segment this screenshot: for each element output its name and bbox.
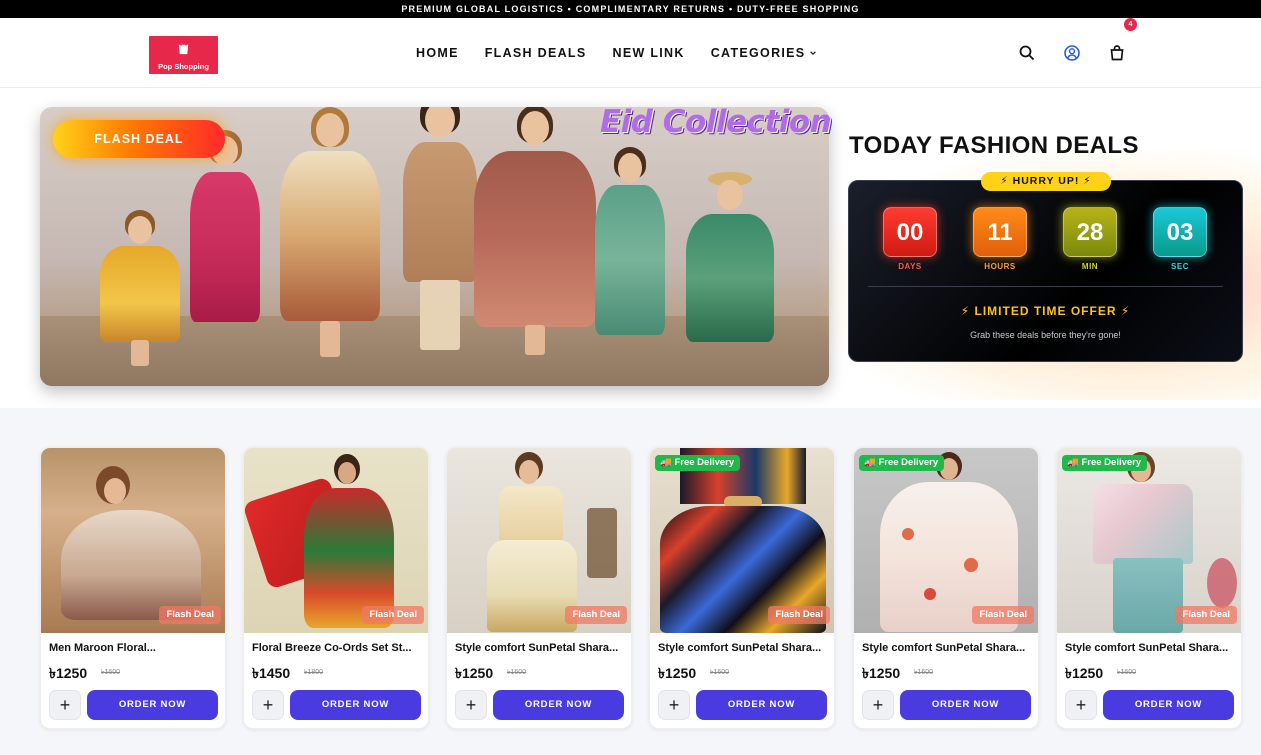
product-price: ৳1250 — [49, 665, 88, 681]
banner-kid — [585, 119, 675, 364]
user-icon[interactable] — [1063, 44, 1081, 62]
product-price: ৳1250 — [862, 665, 901, 681]
product-price: ৳1450 — [252, 665, 291, 681]
limited-offer-text: LIMITED TIME OFFER — [974, 304, 1117, 318]
product-old-price: ৳1600 — [914, 669, 934, 676]
banner-kid — [680, 134, 780, 364]
flash-deal-tag: Flash Deal — [159, 606, 221, 624]
product-price: ৳1250 — [455, 665, 494, 681]
banner-kid — [275, 107, 385, 364]
product-card[interactable]: 🚚 Free Delivery Flash Deal Style comfort… — [853, 447, 1039, 729]
timer-hours-label: HOURS — [984, 262, 1016, 271]
flash-deal-tag: Flash Deal — [565, 606, 627, 624]
flash-deal-tag: Flash Deal — [972, 606, 1034, 624]
product-card[interactable]: Flash Deal Style comfort SunPetal Shara.… — [446, 447, 632, 729]
timer-days-label: DAYS — [898, 262, 922, 271]
order-now-button[interactable]: ORDER NOW — [1103, 690, 1234, 720]
order-now-button[interactable]: ORDER NOW — [87, 690, 218, 720]
product-old-price: ৳1800 — [304, 669, 324, 676]
product-old-price: ৳1600 — [1117, 669, 1137, 676]
logo[interactable]: Pop Shopping — [149, 36, 218, 74]
flash-deal-tag: Flash Deal — [1175, 606, 1237, 624]
product-price: ৳1250 — [1065, 665, 1104, 681]
nav-home[interactable]: HOME — [416, 46, 459, 60]
nav-flash-deals[interactable]: FLASH DEALS — [485, 46, 587, 60]
main-nav: HOME FLASH DEALS NEW LINK CATEGORIES — [416, 18, 817, 88]
site-header: Pop Shopping HOME FLASH DEALS NEW LINK C… — [0, 18, 1261, 88]
product-title[interactable]: Style comfort SunPetal Shara... — [455, 642, 627, 654]
flash-deal-tag: Flash Deal — [768, 606, 830, 624]
product-card[interactable]: Flash Deal Men Maroon Floral... ৳1250 ৳1… — [40, 447, 226, 729]
add-to-cart-button[interactable]: + — [658, 690, 690, 720]
timer-min-value: 28 — [1063, 207, 1117, 257]
timer-divider — [868, 286, 1223, 287]
product-old-price: ৳1600 — [710, 669, 730, 676]
add-to-cart-button[interactable]: + — [862, 690, 894, 720]
product-old-price: ৳1600 — [101, 669, 121, 676]
search-icon[interactable] — [1018, 44, 1036, 62]
chevron-down-icon — [810, 51, 817, 56]
product-title[interactable]: Floral Breeze Co-Ords Set St... — [252, 642, 424, 654]
logo-text: Pop Shopping — [158, 62, 209, 71]
cart-icon[interactable] — [1108, 44, 1126, 62]
product-price: ৳1250 — [658, 665, 697, 681]
banner-kid — [95, 154, 185, 366]
nav-categories[interactable]: CATEGORIES — [711, 46, 818, 60]
order-now-button[interactable]: ORDER NOW — [493, 690, 624, 720]
product-title[interactable]: Style comfort SunPetal Shara... — [862, 642, 1034, 654]
nav-new-link[interactable]: NEW LINK — [613, 46, 685, 60]
nav-categories-label: CATEGORIES — [710, 46, 806, 60]
banner-title: Eid Collection — [600, 104, 832, 140]
timer-hours-value: 11 — [973, 207, 1027, 257]
product-title[interactable]: Style comfort SunPetal Shara... — [1065, 642, 1237, 654]
announcement-text: PREMIUM GLOBAL LOGISTICS • COMPLIMENTARY… — [401, 4, 860, 14]
timer-sec-label: SEC — [1171, 262, 1189, 271]
timer-days-value: 00 — [883, 207, 937, 257]
product-card[interactable]: 🚚 Free Delivery Flash Deal Style comfort… — [1056, 447, 1242, 729]
product-card[interactable]: 🚚 Free Delivery Flash Deal Style comfort… — [649, 447, 835, 729]
free-delivery-badge: 🚚 Free Delivery — [655, 455, 741, 471]
add-to-cart-button[interactable]: + — [252, 690, 284, 720]
product-old-price: ৳1600 — [507, 669, 527, 676]
add-to-cart-button[interactable]: + — [49, 690, 81, 720]
add-to-cart-button[interactable]: + — [1065, 690, 1097, 720]
product-card[interactable]: Flash Deal Floral Breeze Co-Ords Set St.… — [243, 447, 429, 729]
flash-deal-badge: FLASH DEAL — [53, 120, 225, 158]
cart-count-badge: 4 — [1124, 18, 1137, 31]
order-now-button[interactable]: ORDER NOW — [290, 690, 421, 720]
timer-min-label: MIN — [1081, 262, 1099, 271]
free-delivery-badge: 🚚 Free Delivery — [1062, 455, 1148, 471]
limited-offer: ⚡ LIMITED TIME OFFER ⚡ — [960, 304, 1131, 318]
product-title[interactable]: Men Maroon Floral... — [49, 642, 221, 654]
hurry-badge: ⚡ HURRY UP! ⚡ — [981, 172, 1111, 191]
order-now-button[interactable]: ORDER NOW — [900, 690, 1031, 720]
shopping-bag-icon — [178, 40, 189, 55]
flash-deal-tag: Flash Deal — [362, 606, 424, 624]
free-delivery-badge: 🚚 Free Delivery — [859, 455, 945, 471]
timer-sec-value: 03 — [1153, 207, 1207, 257]
order-now-button[interactable]: ORDER NOW — [696, 690, 827, 720]
product-title[interactable]: Style comfort SunPetal Shara... — [658, 642, 830, 654]
limited-offer-subtitle: Grab these deals before they're gone! — [970, 330, 1121, 340]
add-to-cart-button[interactable]: + — [455, 690, 487, 720]
announcement-bar: PREMIUM GLOBAL LOGISTICS • COMPLIMENTARY… — [0, 0, 1261, 18]
banner-kid — [470, 107, 600, 364]
deals-title: TODAY FASHION DEALS — [849, 132, 1139, 159]
